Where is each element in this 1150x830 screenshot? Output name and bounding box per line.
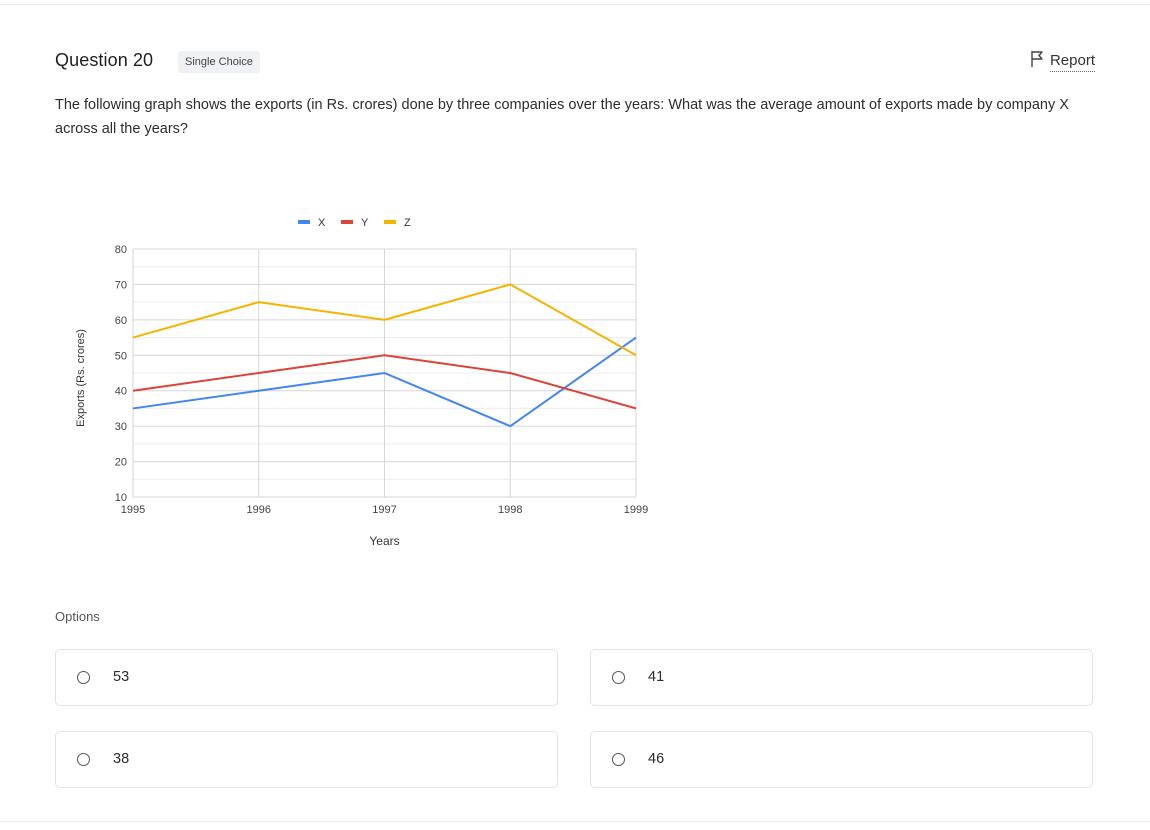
option-4[interactable]: 46 xyxy=(590,731,1093,788)
legend-label-z: Z xyxy=(404,217,411,229)
x-axis-title: Years xyxy=(369,534,399,548)
option-3[interactable]: 38 xyxy=(55,731,558,788)
legend-label-x: X xyxy=(318,217,326,229)
radio-icon[interactable] xyxy=(612,753,625,766)
y-tick-label: 70 xyxy=(115,279,127,291)
x-tick-label: 1995 xyxy=(121,504,145,516)
option-4-label: 46 xyxy=(648,751,665,767)
radio-icon[interactable] xyxy=(77,753,90,766)
x-tick-label: 1996 xyxy=(247,504,271,516)
option-1[interactable]: 53 xyxy=(55,649,558,706)
option-3-label: 38 xyxy=(113,751,130,767)
legend-swatch-y xyxy=(341,220,353,224)
y-tick-label: 50 xyxy=(115,350,127,362)
y-tick-label: 60 xyxy=(115,315,127,327)
y-tick-label: 20 xyxy=(115,457,127,469)
x-tick-label: 1997 xyxy=(372,504,396,516)
y-tick-label: 80 xyxy=(115,244,127,256)
radio-icon[interactable] xyxy=(77,671,90,684)
legend-label-y: Y xyxy=(361,217,369,229)
y-tick-label: 30 xyxy=(115,421,127,433)
option-2-label: 41 xyxy=(648,669,665,685)
exports-line-chart: 10 20 30 40 50 60 70 80 1995 1996 1997 1998 1999 Year… xyxy=(75,217,648,548)
y-tick-label: 40 xyxy=(115,386,127,398)
option-1-label: 53 xyxy=(113,669,130,685)
y-tick-label: 10 xyxy=(115,492,127,504)
option-2[interactable]: 41 xyxy=(590,649,1093,706)
legend-swatch-x xyxy=(298,220,310,224)
legend-swatch-z xyxy=(384,220,396,224)
y-axis-title: Exports (Rs. crores) xyxy=(75,329,87,427)
options-label: Options xyxy=(55,609,100,624)
bottom-divider xyxy=(0,821,1150,822)
x-tick-label: 1999 xyxy=(624,504,648,516)
radio-icon[interactable] xyxy=(612,671,625,684)
x-tick-label: 1998 xyxy=(498,504,522,516)
